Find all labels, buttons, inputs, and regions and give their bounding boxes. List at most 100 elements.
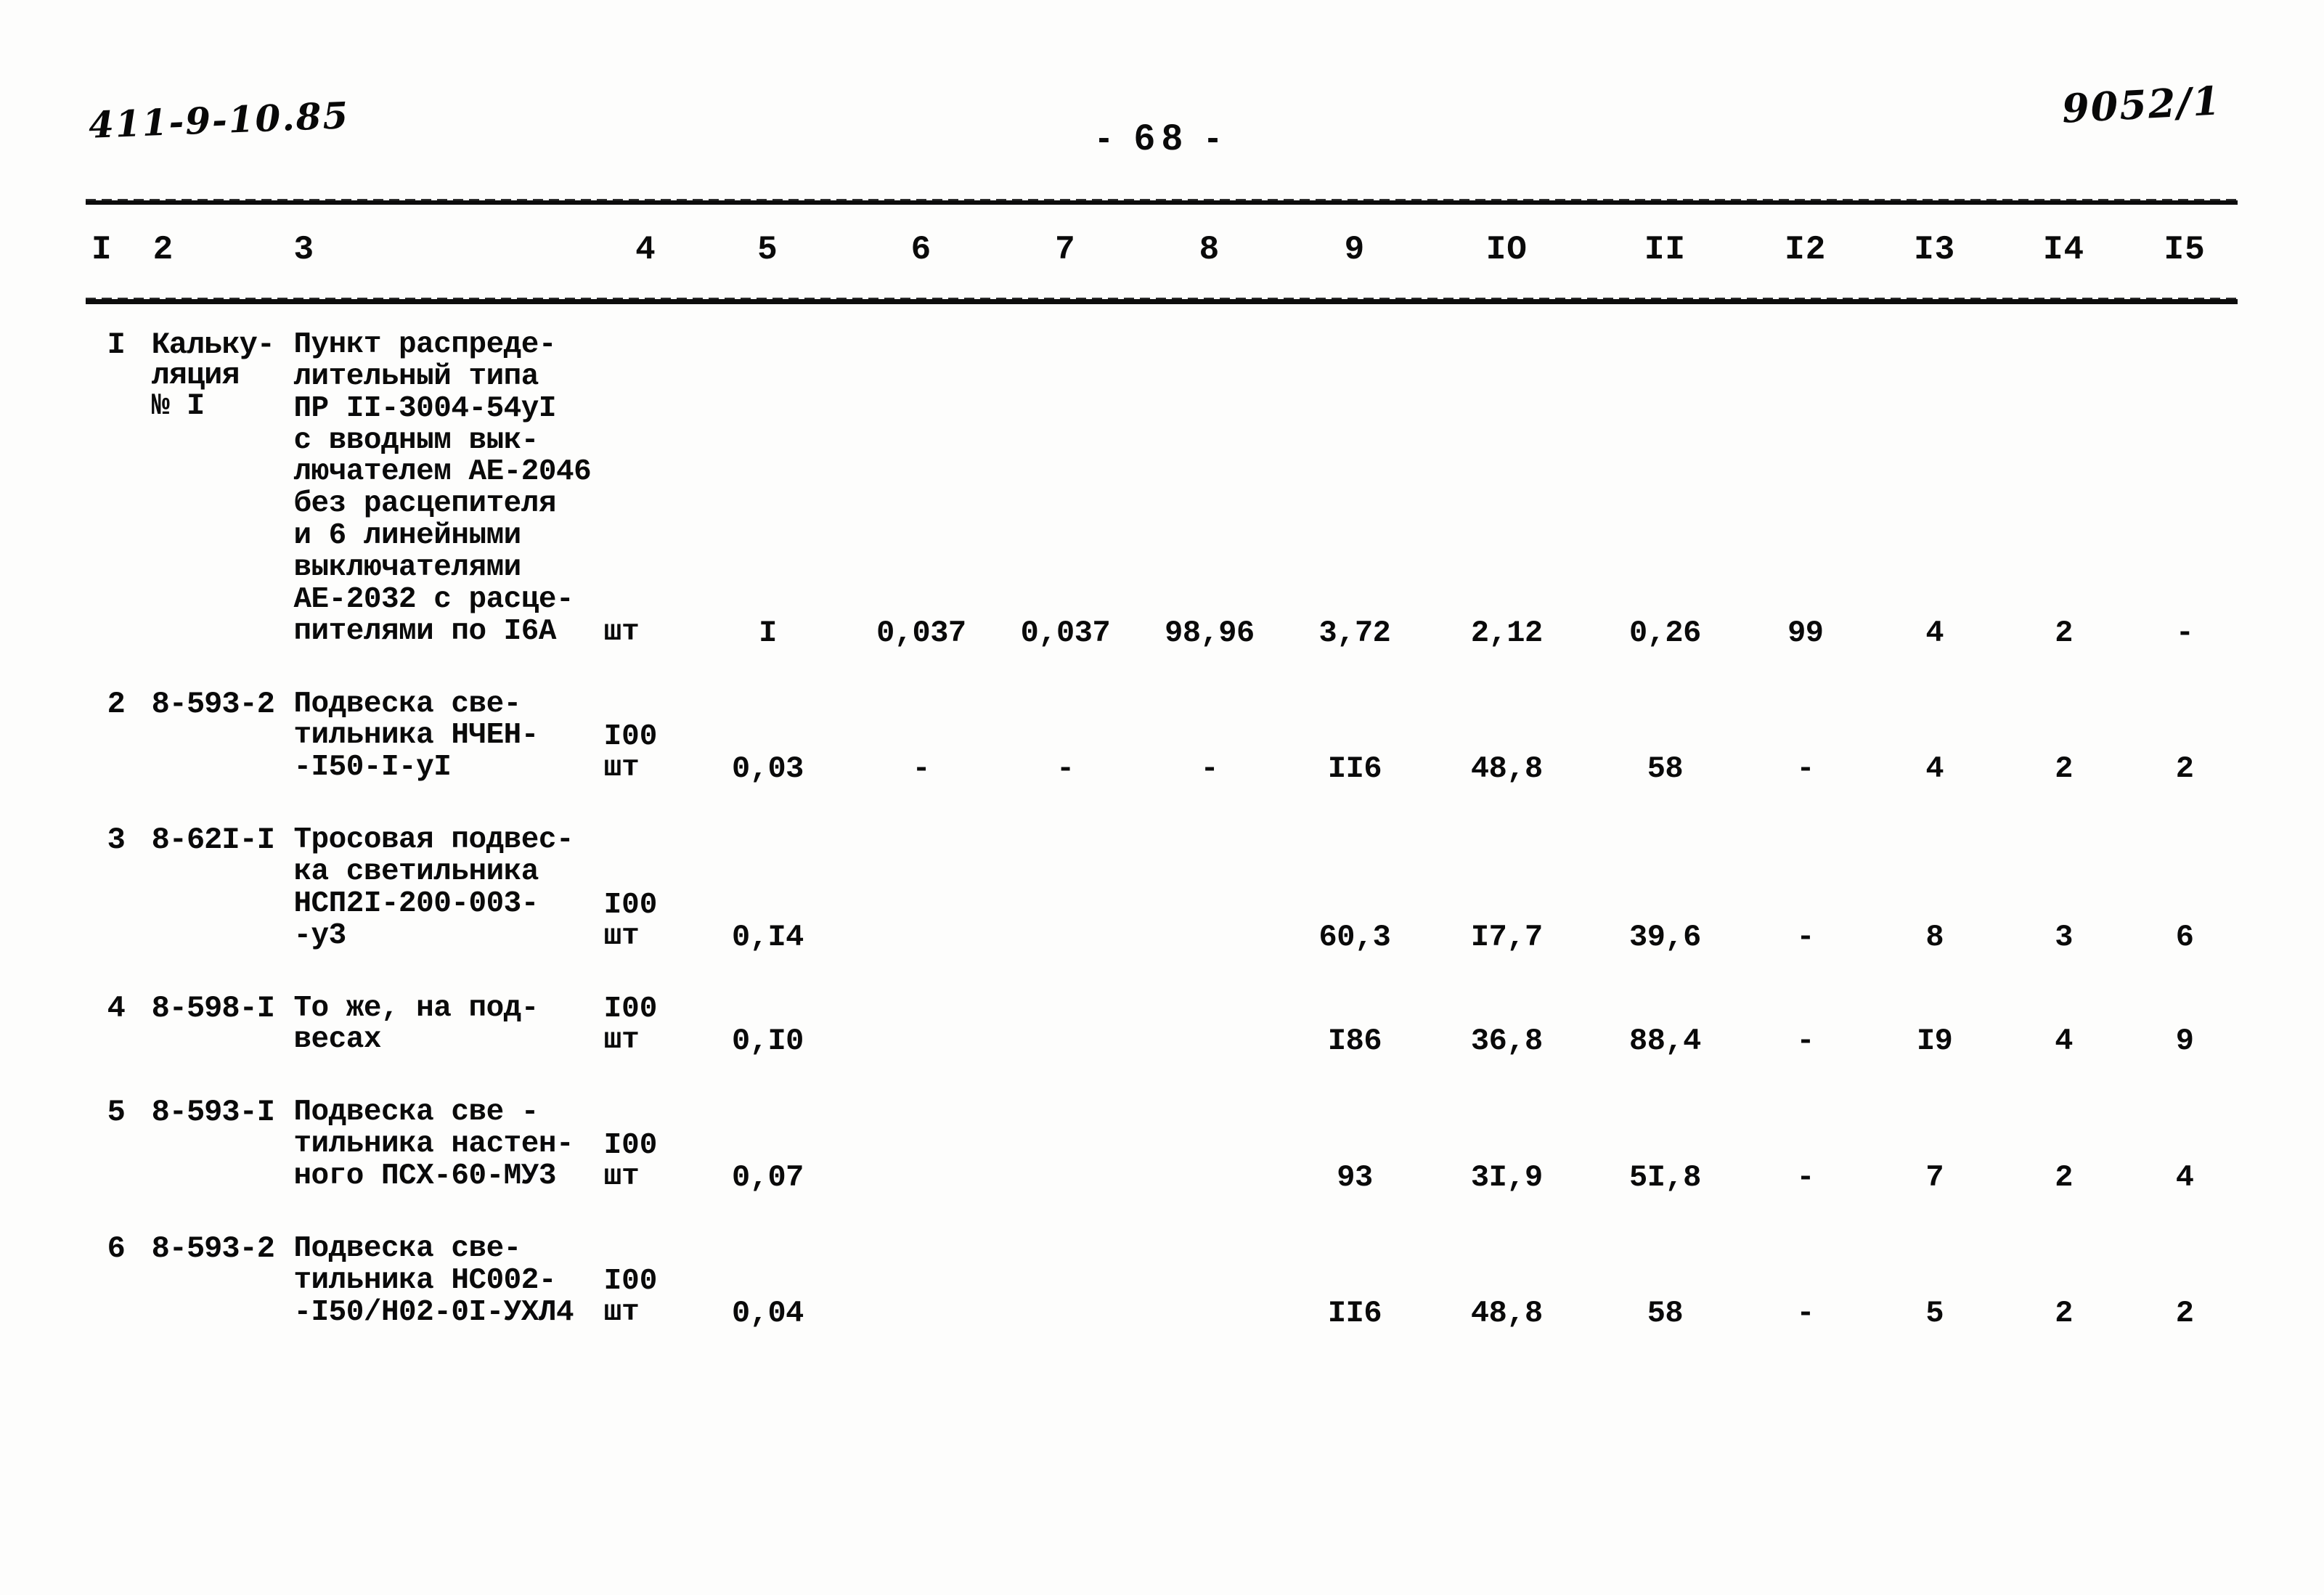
row-value-c13: I9 [1916,1024,1953,1059]
table-row-gap-cell [603,1056,690,1097]
row-code-line: ляция [151,358,240,393]
row-value-c6 [847,825,996,952]
row-unit: I00 шт [603,1097,690,1193]
row-description: Подвеска све-тильника НС002- -I50/Н02-0I-… [288,1233,602,1329]
table-row-gap [86,952,2242,993]
page-number: - 68 - [1098,117,1226,158]
table-row-gap-cell [603,1193,690,1233]
table-row[interactable]: 2 8-593-2 Подвеска све-тильника НЧЕН- -I50-… [86,686,2242,787]
table-row-gap-cell [847,784,996,825]
row-code-line: № I [151,388,205,423]
table-row[interactable]: 6 8-593-2 Подвеска све-тильника НС002- -I50… [86,1233,2242,1329]
table-row[interactable]: I Кальку-ляция № I Пункт распреде-лительный… [86,328,2242,650]
row-unit: I00 шт [603,825,690,952]
table-row-gap [86,1056,2242,1097]
row-description-line: тильника НЧЕН- [293,719,539,753]
table-row-gap-cell [689,1056,847,1097]
table-row-gap-cell [2127,784,2242,825]
row-value-c8: 98,96 [1165,615,1255,650]
row-value-c5: 0,07 [732,1159,804,1195]
specification-table: I 2 3 4 5 6 7 8 9 IO II I2 I3 I4 I5 IКал… [86,211,2242,1329]
table-gap-cell [86,289,147,330]
table-row[interactable]: 4 8-598-I То же, на под-весах I00 шт 0,I0 I86 3… [86,991,2242,1059]
table-row-gap-cell [86,648,147,689]
table-row-gap-cell [1869,952,1999,993]
row-description-line: То же, на под- [293,991,539,1025]
table-row-gap-cell [1135,784,1284,825]
table-row-gap-cell [1589,1193,1742,1233]
row-description-line: пителями по I6А [293,614,556,648]
row-value-c10: 48,8 [1470,1296,1543,1331]
table-row-gap-cell [288,1193,602,1233]
table-row[interactable]: 3 8-62I-I Тросовая подвес-ка светильника НС… [86,823,2242,955]
table-row-gap-cell [2127,648,2242,689]
table-row-gap-cell [1742,784,1869,825]
table-row-gap-cell [847,648,996,689]
table-row-gap-cell [1589,784,1742,825]
table-row-gap-cell [603,648,690,689]
column-header-11: II [1644,231,1687,269]
table-row-gap-cell [1425,784,1589,825]
table-row-gap-cell [1742,1193,1869,1233]
table-gap-cell [2127,289,2242,330]
row-code-line: 8-593-I [151,1095,275,1130]
row-description-line: -I50/Н02-0I-УХЛ4 [293,1295,574,1329]
row-value-c7: 0,037 [1020,615,1111,650]
table-row-gap-cell [1869,784,1999,825]
row-value-c11: 58 [1647,1296,1684,1331]
row-code: 8-593-2 [147,689,288,785]
document-page: 411-9-10.85 9052/1 - 68 - I 2 3 4 5 6 7 … [0,0,2324,1595]
row-description-line: ПР II-3004-54уI [293,391,556,425]
row-value-c7: - [1056,751,1075,787]
row-value-c5: 0,04 [732,1296,804,1331]
table-row[interactable]: 5 8-593-I Подвеска све - тильника настен-но… [86,1095,2242,1195]
table-row-gap-cell [1425,952,1589,993]
table-row-gap-cell [689,952,847,993]
row-value-c12: - [1796,1159,1815,1195]
row-value-c7 [996,825,1135,952]
row-value-c10: I7,7 [1470,919,1543,955]
column-header-6: 6 [910,231,932,269]
table-row-gap-cell [689,1193,847,1233]
table-row-gap [86,784,2242,825]
table-gap-cell [996,289,1135,330]
row-value-c8: - [1200,751,1219,787]
table-row-gap-cell [1135,1193,1284,1233]
row-value-c7 [996,993,1135,1057]
table-row-gap-cell [1589,648,1742,689]
row-description-line: НСП2I-200-003- [293,886,539,921]
table-row-gap-cell [1284,1056,1425,1097]
row-description-line: -у3 [293,918,346,952]
table-row-gap-cell [86,784,147,825]
table-row-gap-cell [689,648,847,689]
row-code: Кальку-ляция № I [147,330,288,648]
table-row-gap-cell [1135,952,1284,993]
table-gap-cell [603,289,690,330]
table-row-gap-cell [1742,952,1869,993]
column-header-5: 5 [757,231,778,269]
table-gap-cell [288,289,602,330]
row-description-line: лючателем АЕ-2046 [293,455,592,489]
row-unit-line: шт [603,615,640,649]
row-code-line: 8-593-2 [151,1231,275,1266]
table-row-gap-cell [996,1056,1135,1097]
table-row-gap-cell [1869,1193,1999,1233]
row-index: 2 [107,686,126,722]
table-row-gap-cell [288,648,602,689]
table-row-gap-cell [996,952,1135,993]
table-row-gap-cell [2000,952,2127,993]
row-unit-line: I00 [603,1128,658,1162]
row-value-c13: 8 [1925,919,1944,955]
row-code-line: 8-593-2 [151,686,275,722]
table-gap-cell [1589,289,1742,330]
table-row-gap [86,648,2242,689]
table-gap-cell [1135,289,1284,330]
table-row-gap [86,1193,2242,1233]
row-unit-line: шт [603,751,640,786]
table-row-gap-cell [847,1193,996,1233]
row-value-c15: - [2175,615,2194,650]
row-code: 8-598-I [147,993,288,1057]
table-gap-cell [847,289,996,330]
row-description-line: Пункт распреде- [293,328,556,362]
row-description-line: Тросовая подвес- [293,823,574,857]
